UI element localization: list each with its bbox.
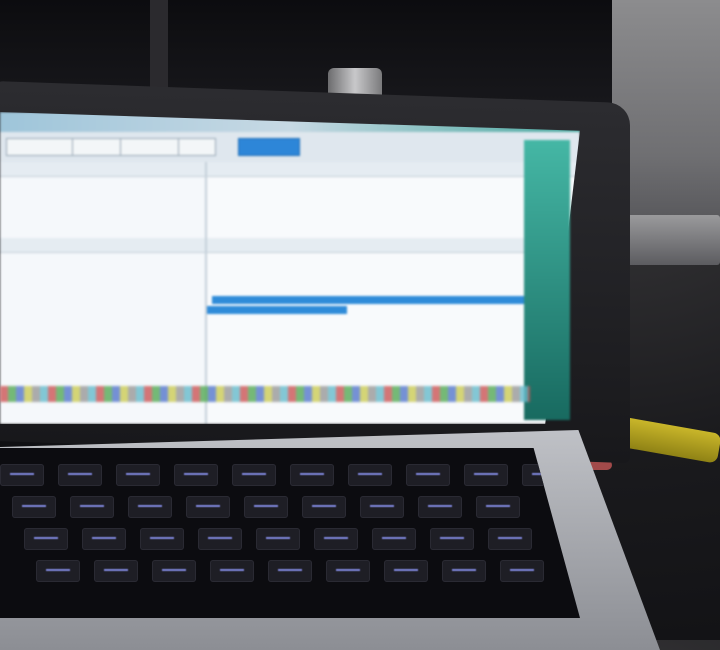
keyboard-key[interactable] bbox=[70, 496, 114, 518]
keyboard-key[interactable] bbox=[198, 528, 242, 550]
keyboard-key[interactable] bbox=[268, 560, 312, 582]
keyboard-key[interactable] bbox=[12, 496, 56, 518]
toolbar-button-active[interactable] bbox=[238, 138, 300, 156]
toolbar-button[interactable] bbox=[178, 138, 216, 156]
toolbar-button[interactable] bbox=[120, 138, 180, 156]
table-header bbox=[0, 238, 205, 253]
selected-row[interactable] bbox=[212, 296, 532, 304]
keyboard-key[interactable] bbox=[500, 560, 544, 582]
keyboard-key[interactable] bbox=[36, 560, 80, 582]
keyboard-key[interactable] bbox=[128, 496, 172, 518]
keyboard-key[interactable] bbox=[82, 528, 126, 550]
keyboard-key[interactable] bbox=[0, 464, 44, 486]
keyboard-key[interactable] bbox=[116, 464, 160, 486]
keyboard-key[interactable] bbox=[94, 560, 138, 582]
keyboard-key[interactable] bbox=[210, 560, 254, 582]
left-pane-header bbox=[0, 162, 205, 177]
keyboard-key[interactable] bbox=[406, 464, 450, 486]
shelf-post bbox=[150, 0, 168, 90]
keyboard-key[interactable] bbox=[360, 496, 404, 518]
keyboard-key[interactable] bbox=[464, 464, 508, 486]
keyboard-key[interactable] bbox=[314, 528, 358, 550]
app-window-icon bbox=[524, 140, 570, 420]
keyboard-key[interactable] bbox=[58, 464, 102, 486]
keyboard-key[interactable] bbox=[476, 496, 520, 518]
keyboard-key[interactable] bbox=[290, 464, 334, 486]
keyboard-key[interactable] bbox=[372, 528, 416, 550]
keyboard-key[interactable] bbox=[152, 560, 196, 582]
keyboard-key[interactable] bbox=[174, 464, 218, 486]
keyboard-key[interactable] bbox=[488, 528, 532, 550]
keyboard-key[interactable] bbox=[442, 560, 486, 582]
keyboard-key[interactable] bbox=[348, 464, 392, 486]
keyboard-key[interactable] bbox=[430, 528, 474, 550]
keyboard-key[interactable] bbox=[140, 528, 184, 550]
keyboard-key[interactable] bbox=[24, 528, 68, 550]
laptop-screen bbox=[0, 112, 580, 424]
toolbar-button[interactable] bbox=[6, 138, 74, 156]
keyboard-key[interactable] bbox=[244, 496, 288, 518]
selected-row[interactable] bbox=[207, 306, 347, 314]
toolbar-button[interactable] bbox=[72, 138, 122, 156]
keyboard-key[interactable] bbox=[256, 528, 300, 550]
taskbar[interactable] bbox=[0, 386, 530, 402]
keyboard-key[interactable] bbox=[186, 496, 230, 518]
keyboard-key[interactable] bbox=[302, 496, 346, 518]
left-pane bbox=[0, 162, 207, 424]
keyboard-key[interactable] bbox=[418, 496, 462, 518]
keyboard bbox=[0, 448, 580, 618]
keyboard-key[interactable] bbox=[232, 464, 276, 486]
keyboard-key[interactable] bbox=[384, 560, 428, 582]
toolbar bbox=[0, 132, 580, 163]
keyboard-key[interactable] bbox=[326, 560, 370, 582]
